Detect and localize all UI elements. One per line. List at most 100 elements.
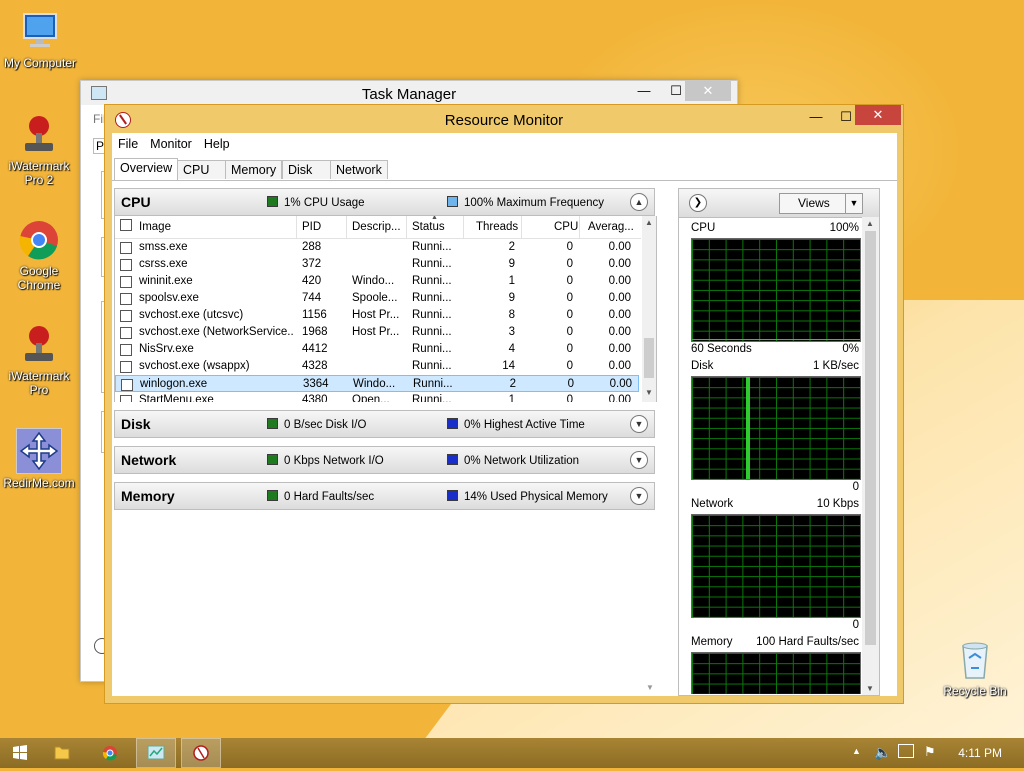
- column-separator[interactable]: [346, 216, 347, 238]
- scroll-down-arrow-icon[interactable]: ▼: [866, 684, 874, 693]
- row-checkbox[interactable]: [120, 259, 132, 271]
- cell-image: csrss.exe: [139, 258, 188, 270]
- desktop-icon-redirme[interactable]: RedirMe.com: [0, 428, 79, 490]
- column-separator[interactable]: [406, 216, 407, 238]
- desktop-icon-recycle-bin[interactable]: Recycle Bin: [935, 638, 1015, 698]
- column-status[interactable]: Status: [412, 221, 445, 233]
- task-manager-titlebar[interactable]: Task Manager — ☐ ✕: [81, 81, 737, 105]
- network-icon[interactable]: [898, 744, 914, 758]
- chrome-taskbar-button[interactable]: [90, 738, 130, 768]
- column-image[interactable]: Image: [139, 221, 171, 233]
- table-header: Image PID Descrip... Status ▲ Threads CP…: [115, 216, 641, 239]
- column-threads[interactable]: Threads: [476, 221, 518, 233]
- cell-pid: 372: [302, 258, 322, 270]
- scroll-down-arrow-icon[interactable]: ▼: [646, 683, 654, 692]
- table-row[interactable]: winlogon.exe 3364 Windo... Runni... 2 0 0.00: [115, 375, 639, 392]
- tab-disk[interactable]: Disk: [282, 160, 334, 179]
- column-separator[interactable]: [296, 216, 297, 238]
- scroll-thumb[interactable]: [865, 231, 876, 645]
- row-checkbox[interactable]: [120, 293, 132, 305]
- tab-cpu[interactable]: CPU: [177, 160, 227, 179]
- network-util-text: 0% Network Utilization: [464, 455, 580, 467]
- column-cpu[interactable]: CPU: [554, 221, 578, 233]
- table-row[interactable]: wininit.exe 420 Windo... Runni... 1 0 0.00: [115, 273, 639, 290]
- show-hidden-icons-chevron-icon[interactable]: ▲: [852, 746, 861, 756]
- select-all-checkbox[interactable]: [120, 219, 132, 231]
- row-checkbox[interactable]: [120, 361, 132, 373]
- table-row[interactable]: svchost.exe (utcsvc) 1156 Host Pr... Runni.…: [115, 307, 639, 324]
- expand-chevron-down-icon[interactable]: ▼: [630, 415, 648, 433]
- network-graph: [691, 514, 861, 618]
- row-checkbox[interactable]: [120, 310, 132, 322]
- cell-image: smss.exe: [139, 241, 188, 253]
- table-row[interactable]: svchost.exe (wsappx) 4328 Runni... 14 0 0.00: [115, 358, 639, 375]
- table-row[interactable]: svchost.exe (NetworkService... 1968 Host P…: [115, 324, 639, 341]
- minimize-button[interactable]: —: [629, 81, 659, 101]
- network-section-header[interactable]: Network 0 Kbps Network I/O 0% Network Ut…: [114, 446, 655, 474]
- tab-overview[interactable]: Overview: [114, 158, 179, 180]
- column-description[interactable]: Descrip...: [352, 221, 401, 233]
- table-scrollbar[interactable]: ▲ ▼: [642, 216, 656, 402]
- desktop-icon-iwatermark-pro[interactable]: iWatermark Pro: [0, 323, 79, 397]
- resource-monitor-titlebar[interactable]: Resource Monitor — ☐ ✕: [105, 105, 903, 133]
- close-button[interactable]: ✕: [685, 81, 731, 101]
- desktop-icon-my-computer[interactable]: My Computer: [0, 10, 80, 70]
- row-checkbox[interactable]: [121, 379, 133, 391]
- graphs-scrollbar[interactable]: ▲ ▼: [862, 217, 879, 695]
- desktop-icon-label: Google Chrome: [17, 264, 61, 292]
- close-button[interactable]: ✕: [855, 105, 901, 125]
- tab-memory[interactable]: Memory: [225, 160, 283, 179]
- expand-chevron-down-icon[interactable]: ▼: [630, 487, 648, 505]
- table-row[interactable]: StartMenu.exe 4380 Open... Runni... 1 0 0.00: [115, 392, 639, 402]
- menu-file[interactable]: File: [118, 137, 138, 151]
- task-manager-taskbar-button[interactable]: [136, 738, 176, 768]
- cell-pid: 4412: [302, 343, 328, 355]
- row-checkbox[interactable]: [120, 242, 132, 254]
- tab-network[interactable]: Network: [330, 160, 388, 179]
- menu-monitor[interactable]: Monitor: [150, 137, 192, 151]
- file-explorer-button[interactable]: [42, 738, 82, 768]
- column-separator[interactable]: [579, 216, 580, 238]
- resource-monitor-taskbar-button[interactable]: [181, 738, 221, 768]
- resource-monitor-window[interactable]: Resource Monitor — ☐ ✕ File Monitor Help…: [104, 104, 904, 704]
- taskbar-clock[interactable]: 4:11 PM: [958, 746, 1002, 760]
- desktop-icon-google-chrome[interactable]: Google Chrome: [0, 218, 79, 292]
- cell-desc: Windo...: [353, 378, 396, 390]
- expand-chevron-down-icon[interactable]: ▼: [630, 451, 648, 469]
- volume-muted-icon[interactable]: 🔈: [874, 744, 891, 761]
- memory-section-header[interactable]: Memory 0 Hard Faults/sec 14% Used Physic…: [114, 482, 655, 510]
- scroll-down-arrow-icon[interactable]: ▼: [645, 388, 653, 397]
- minimize-button[interactable]: —: [801, 107, 831, 127]
- scroll-thumb[interactable]: [644, 338, 654, 378]
- column-separator[interactable]: [463, 216, 464, 238]
- cell-avg: 0.00: [608, 275, 631, 287]
- disk-io-text: 0 B/sec Disk I/O: [284, 419, 367, 431]
- table-row[interactable]: spoolsv.exe 744 Spoole... Runni... 9 0 0.00: [115, 290, 639, 307]
- collapse-pane-chevron-icon[interactable]: ❯: [689, 194, 707, 212]
- table-row[interactable]: csrss.exe 372 Runni... 9 0 0.00: [115, 256, 639, 273]
- desktop-icon-iwatermark-pro-2[interactable]: iWatermark Pro 2: [0, 113, 79, 187]
- menu-help[interactable]: Help: [204, 137, 230, 151]
- action-center-flag-icon[interactable]: ⚑: [924, 744, 936, 760]
- cpu-section-header[interactable]: CPU 1% CPU Usage 100% Maximum Frequency …: [114, 188, 655, 216]
- network-graph-title: Network: [691, 498, 734, 510]
- row-checkbox[interactable]: [120, 327, 132, 339]
- scroll-up-arrow-icon[interactable]: ▲: [866, 219, 874, 228]
- views-dropdown[interactable]: Views ▼: [779, 193, 863, 214]
- row-checkbox[interactable]: [120, 276, 132, 288]
- start-button[interactable]: [0, 738, 40, 768]
- collapse-chevron-up-icon[interactable]: ▲: [630, 193, 648, 211]
- memory-used-text: 14% Used Physical Memory: [464, 491, 608, 503]
- row-checkbox[interactable]: [120, 395, 132, 402]
- table-row[interactable]: smss.exe 288 Runni... 2 0 0.00: [115, 239, 639, 256]
- left-pane-scrollbar[interactable]: ▼: [643, 510, 657, 694]
- scroll-up-arrow-icon[interactable]: ▲: [645, 218, 653, 227]
- column-pid[interactable]: PID: [302, 221, 321, 233]
- row-checkbox[interactable]: [120, 344, 132, 356]
- dropdown-arrow-icon[interactable]: ▼: [845, 194, 862, 213]
- column-separator[interactable]: [521, 216, 522, 238]
- table-row[interactable]: NisSrv.exe 4412 Runni... 4 0 0.00: [115, 341, 639, 358]
- disk-section-header[interactable]: Disk 0 B/sec Disk I/O 0% Highest Active …: [114, 410, 655, 438]
- sort-ascending-icon: ▲: [431, 216, 438, 221]
- column-average-cpu[interactable]: Averag...: [588, 221, 634, 233]
